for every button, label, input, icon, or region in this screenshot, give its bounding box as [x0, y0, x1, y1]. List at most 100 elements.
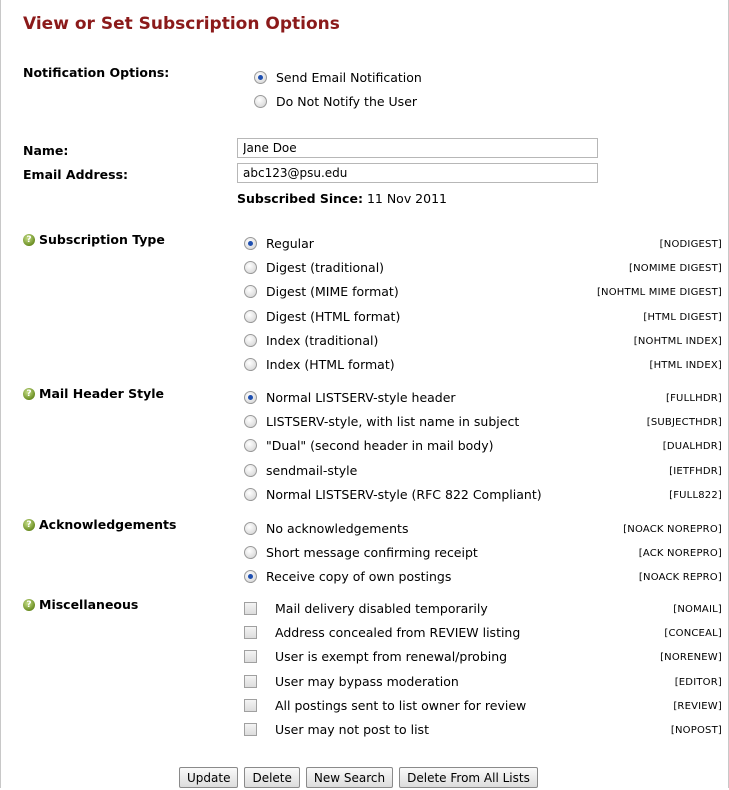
new-search-button[interactable]: New Search [305, 767, 394, 788]
subscription-type-option[interactable]: Regular [244, 236, 314, 251]
option-code: [NOMAIL] [673, 604, 722, 615]
misc-option[interactable]: All postings sent to list owner for revi… [244, 698, 526, 713]
option-label: Short message confirming receipt [266, 545, 478, 560]
name-label: Name: [23, 143, 69, 158]
option-code: [NOPOST] [670, 725, 722, 736]
radio-button[interactable] [244, 464, 257, 477]
mail-header-option[interactable]: Normal LISTSERV-style (RFC 822 Compliant… [244, 487, 542, 502]
checkbox[interactable] [244, 675, 257, 688]
option-label: Digest (HTML format) [266, 309, 401, 324]
option-label: "Dual" (second header in mail body) [266, 438, 494, 453]
radio-button[interactable] [254, 95, 267, 108]
miscellaneous-heading: ? Miscellaneous [23, 597, 138, 612]
acknowledgements-option[interactable]: Short message confirming receipt [244, 545, 478, 560]
section-label: Miscellaneous [39, 597, 139, 612]
mail-header-style-heading: ? Mail Header Style [23, 386, 164, 401]
option-code: [IETFHDR] [669, 466, 722, 477]
subscription-type-option[interactable]: Digest (HTML format) [244, 309, 400, 324]
option-code: [DUALHDR] [662, 441, 722, 452]
option-label: Normal LISTSERV-style (RFC 822 Compliant… [266, 487, 542, 502]
subscribed-since-value: 11 Nov 2011 [366, 191, 447, 206]
subscription-type-option[interactable]: Index (HTML format) [244, 357, 395, 372]
notification-options-label: Notification Options: [23, 65, 170, 80]
checkbox[interactable] [244, 723, 257, 736]
option-label: Digest (traditional) [266, 260, 385, 275]
radio-button[interactable] [244, 237, 257, 250]
help-icon[interactable]: ? [23, 233, 35, 246]
checkbox[interactable] [244, 626, 257, 639]
help-icon[interactable]: ? [23, 518, 35, 531]
action-buttons: Update Delete New Search Delete From All… [179, 767, 538, 788]
notify-radio-option[interactable]: Send Email Notification [254, 70, 422, 85]
option-code: [CONCEAL] [664, 628, 722, 639]
no-notify-radio-option[interactable]: Do Not Notify the User [254, 94, 417, 109]
subscribed-since: Subscribed Since: 11 Nov 2011 [237, 191, 447, 206]
delete-button[interactable]: Delete [244, 767, 300, 788]
option-label: Do Not Notify the User [276, 94, 418, 109]
update-button[interactable]: Update [179, 767, 239, 788]
acknowledgements-heading: ? Acknowledgements [23, 517, 176, 532]
subscription-type-option[interactable]: Digest (traditional) [244, 260, 384, 275]
option-label: Receive copy of own postings [266, 569, 452, 584]
acknowledgements-option[interactable]: Receive copy of own postings [244, 569, 451, 584]
radio-button[interactable] [244, 570, 257, 583]
option-code: [HTML DIGEST] [643, 312, 722, 323]
mail-header-option[interactable]: sendmail-style [244, 463, 357, 478]
option-label: User is exempt from renewal/probing [275, 649, 508, 664]
radio-button[interactable] [244, 488, 257, 501]
mail-header-option[interactable]: "Dual" (second header in mail body) [244, 438, 494, 453]
option-label: Address concealed from REVIEW listing [275, 625, 521, 640]
radio-button[interactable] [244, 522, 257, 535]
option-label: No acknowledgements [266, 521, 409, 536]
section-label: Acknowledgements [39, 517, 177, 532]
option-label: Normal LISTSERV-style header [266, 390, 456, 405]
radio-button[interactable] [244, 439, 257, 452]
subscription-type-option[interactable]: Digest (MIME format) [244, 284, 399, 299]
help-icon[interactable]: ? [23, 598, 35, 611]
email-label: Email Address: [23, 167, 129, 182]
email-field[interactable] [237, 163, 598, 183]
option-code: [REVIEW] [673, 701, 722, 712]
option-label: Index (HTML format) [266, 357, 395, 372]
option-label: sendmail-style [266, 463, 358, 478]
option-label: Regular [266, 236, 314, 251]
mail-header-option[interactable]: Normal LISTSERV-style header [244, 390, 456, 405]
option-label: Digest (MIME format) [266, 284, 399, 299]
radio-button[interactable] [244, 285, 257, 298]
option-code: [NOMIME DIGEST] [628, 263, 722, 274]
radio-button[interactable] [244, 310, 257, 323]
option-code: [EDITOR] [674, 677, 722, 688]
radio-button[interactable] [244, 358, 257, 371]
misc-option[interactable]: Mail delivery disabled temporarily [244, 601, 488, 616]
radio-button[interactable] [244, 546, 257, 559]
misc-option[interactable]: User is exempt from renewal/probing [244, 649, 507, 664]
subscribed-since-label: Subscribed Since: [237, 191, 363, 206]
option-code: [FULLHDR] [666, 393, 722, 404]
option-label: Send Email Notification [276, 70, 422, 85]
subscription-options-page: View or Set Subscription Options Notific… [0, 0, 729, 788]
misc-option[interactable]: User may not post to list [244, 722, 429, 737]
misc-option[interactable]: User may bypass moderation [244, 674, 459, 689]
delete-from-all-lists-button[interactable]: Delete From All Lists [399, 767, 538, 788]
misc-option[interactable]: Address concealed from REVIEW listing [244, 625, 520, 640]
option-label: LISTSERV-style, with list name in subjec… [266, 414, 520, 429]
radio-button[interactable] [244, 334, 257, 347]
option-label: Index (traditional) [266, 333, 379, 348]
radio-button[interactable] [244, 261, 257, 274]
mail-header-option[interactable]: LISTSERV-style, with list name in subjec… [244, 414, 519, 429]
option-code: [NODIGEST] [659, 239, 722, 250]
option-label: User may bypass moderation [275, 674, 459, 689]
section-label: Subscription Type [39, 232, 165, 247]
checkbox[interactable] [244, 602, 257, 615]
name-field[interactable] [237, 138, 598, 158]
option-code: [FULL822] [669, 490, 722, 501]
help-icon[interactable]: ? [23, 387, 35, 400]
checkbox[interactable] [244, 650, 257, 663]
radio-button[interactable] [244, 415, 257, 428]
subscription-type-option[interactable]: Index (traditional) [244, 333, 378, 348]
acknowledgements-option[interactable]: No acknowledgements [244, 521, 408, 536]
radio-button[interactable] [254, 71, 267, 84]
subscription-type-heading: ? Subscription Type [23, 232, 165, 247]
radio-button[interactable] [244, 391, 257, 404]
checkbox[interactable] [244, 699, 257, 712]
